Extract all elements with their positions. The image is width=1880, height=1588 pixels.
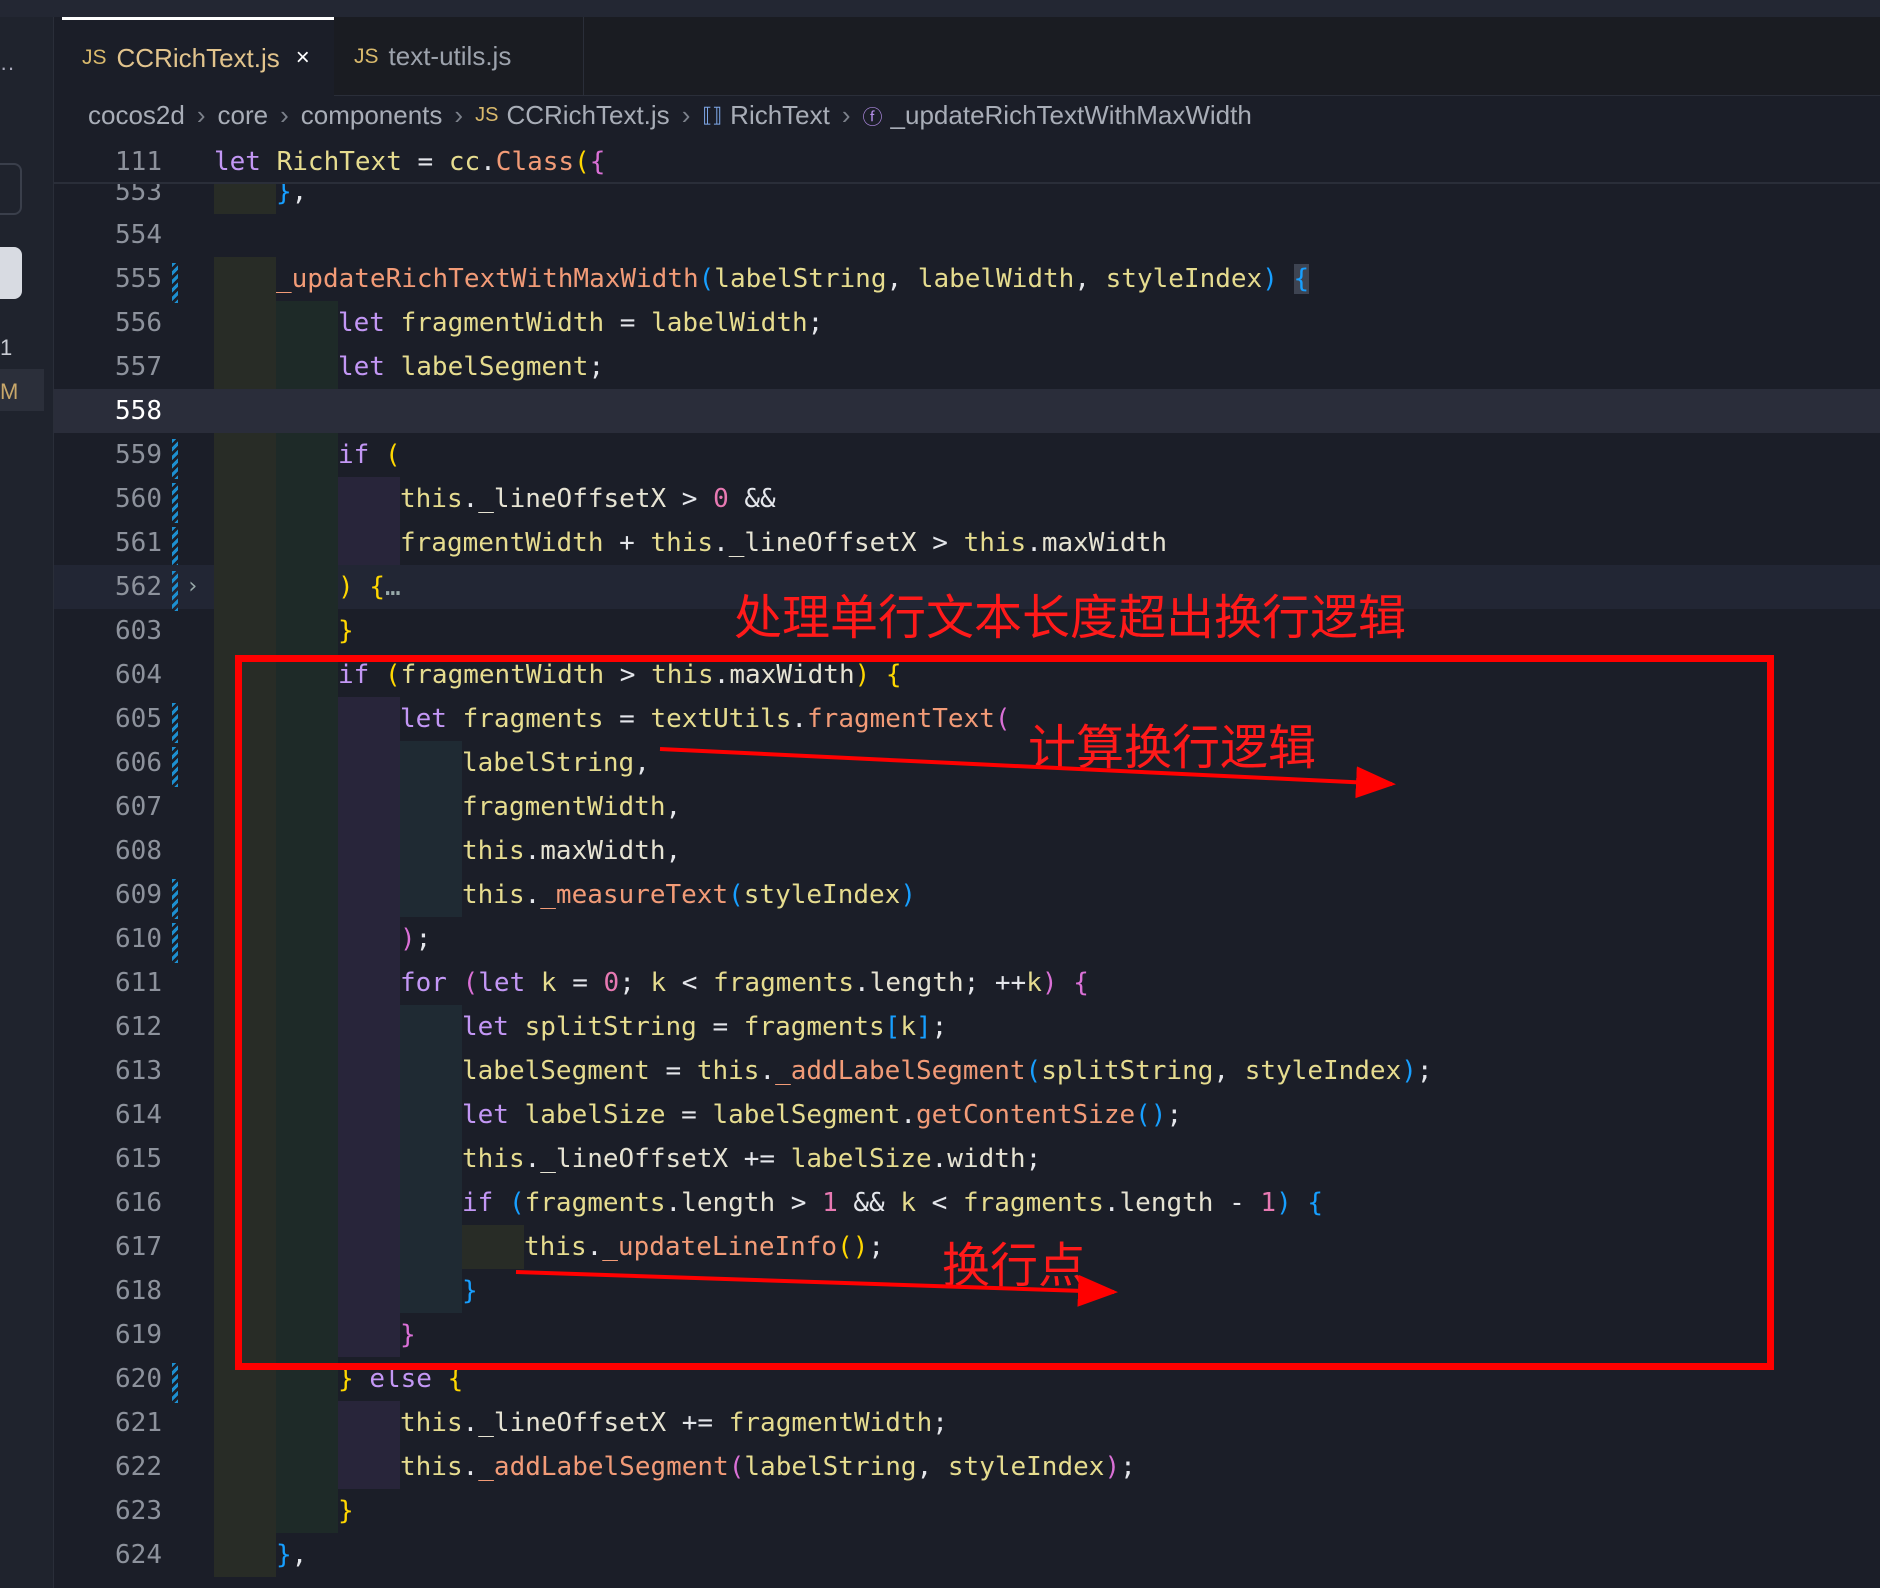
arrow-break-point [515, 1270, 1118, 1307]
arrow-calc [659, 747, 1396, 799]
annotation-arrows [515, 747, 1396, 1307]
